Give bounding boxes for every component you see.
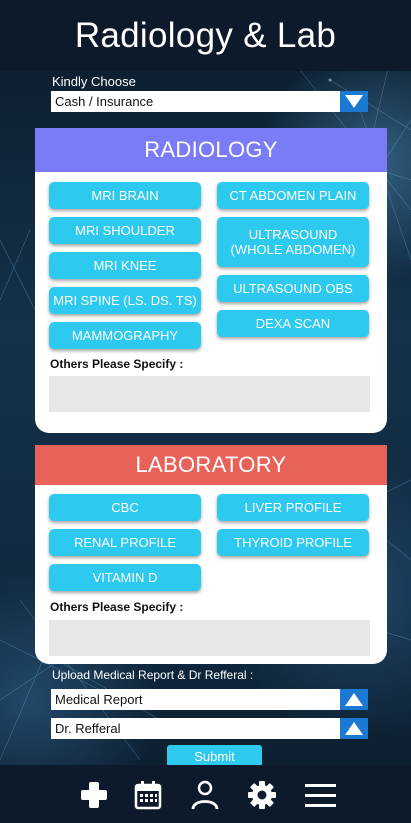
chevron-down-icon [345,95,363,108]
test-ultrasound-obs[interactable]: ULTRASOUND OBS [217,275,369,302]
dr-referral-upload[interactable]: Dr. Refferal [51,718,368,739]
dr-referral-upload-button[interactable] [340,718,368,739]
radiology-title: RADIOLOGY [144,137,278,162]
plus-icon[interactable] [78,779,110,811]
test-mri-spine[interactable]: MRI SPINE (LS. DS. TS) [49,287,201,314]
page-title: Radiology & Lab [74,15,337,55]
medical-report-upload-button[interactable] [340,689,368,710]
test-liver-profile[interactable]: LIVER PROFILE [217,494,369,521]
dropdown-arrow-button[interactable] [340,91,368,112]
payment-label: Kindly Choose [52,74,136,89]
laboratory-title: LABORATORY [135,452,287,477]
laboratory-card: LABORATORY CBC RENAL PROFILE VITAMIN D L… [35,445,387,664]
medical-report-label: Medical Report [55,692,143,707]
radiology-header: RADIOLOGY [35,128,387,172]
test-mri-brain[interactable]: MRI BRAIN [49,182,201,209]
test-ct-abdomen-plain[interactable]: CT ABDOMEN PLAIN [217,182,369,209]
app-header: Radiology & Lab [0,0,411,71]
upload-arrow-icon [345,693,363,706]
laboratory-others-input[interactable] [49,620,370,656]
dr-referral-label: Dr. Refferal [55,721,121,736]
calendar-icon[interactable] [132,779,164,811]
radiology-others-label: Others Please Specify : [50,357,184,371]
test-ultrasound-whole-abdomen[interactable]: ULTRASOUND (WHOLE ABDOMEN) [217,217,369,267]
test-dexa-scan[interactable]: DEXA SCAN [217,310,369,337]
radiology-card: RADIOLOGY MRI BRAIN MRI SHOULDER MRI KNE… [35,128,387,433]
laboratory-header: LABORATORY [35,445,387,485]
test-mammography[interactable]: MAMMOGRAPHY [49,322,201,349]
user-icon[interactable] [189,779,221,811]
gear-icon[interactable] [246,779,278,811]
test-cbc[interactable]: CBC [49,494,201,521]
test-vitamin-d[interactable]: VITAMIN D [49,564,201,591]
menu-icon[interactable] [304,779,336,811]
payment-select-value: Cash / Insurance [55,94,154,109]
test-mri-knee[interactable]: MRI KNEE [49,252,201,279]
bottom-nav [0,765,411,823]
upload-label: Upload Medical Report & Dr Refferal : [52,668,254,682]
laboratory-others-label: Others Please Specify : [50,600,184,614]
payment-select[interactable]: Cash / Insurance [51,91,368,112]
test-renal-profile[interactable]: RENAL PROFILE [49,529,201,556]
upload-arrow-icon [345,722,363,735]
test-mri-shoulder[interactable]: MRI SHOULDER [49,217,201,244]
medical-report-upload[interactable]: Medical Report [51,689,368,710]
test-thyroid-profile[interactable]: THYROID PROFILE [217,529,369,556]
submit-button[interactable]: Submit [167,745,262,767]
radiology-others-input[interactable] [49,376,370,412]
